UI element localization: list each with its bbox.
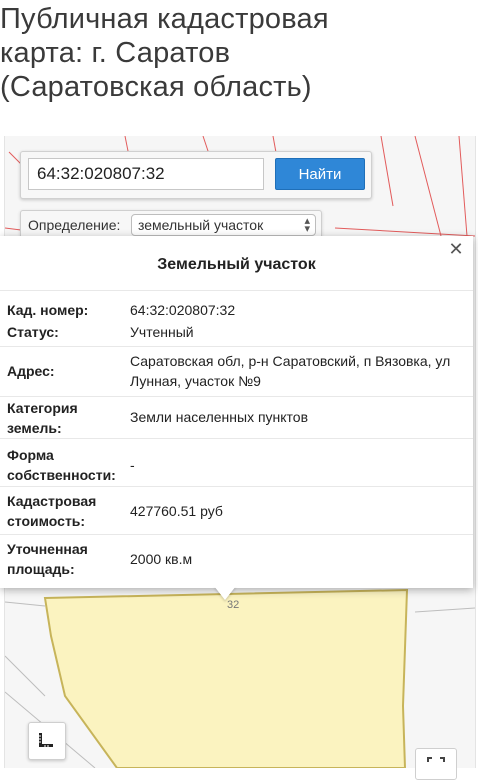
boundary-line xyxy=(5,227,22,231)
fullscreen-icon xyxy=(427,757,445,762)
boundary-line xyxy=(458,136,468,237)
row-label: Кадастровая стоимость: xyxy=(7,493,97,529)
definition-selected-value: земельный участок xyxy=(138,217,264,233)
row-value: 427760.51 руб xyxy=(130,503,223,519)
row-value: Саратовская обл, р-н Саратовский, п Вязо… xyxy=(130,353,451,389)
find-button[interactable]: Найти xyxy=(275,158,365,190)
row-value: - xyxy=(130,457,135,473)
search-bar: Найти xyxy=(20,151,372,199)
row-label: Форма собственности: xyxy=(7,447,116,483)
road-line xyxy=(5,601,46,607)
row-value: 64:32:020807:32 xyxy=(130,302,236,318)
definition-label: Определение: xyxy=(28,217,121,233)
row-label: Статус: xyxy=(7,324,59,340)
row-label: Адрес: xyxy=(7,363,55,379)
row-value: 2000 кв.м xyxy=(130,551,193,567)
info-row-cadastral-value: Кадастровая стоимость: 427760.51 руб xyxy=(0,486,473,535)
boundary-line xyxy=(414,136,442,237)
selected-parcel xyxy=(43,588,409,768)
parcel-info-popup: ✕ Земельный участок Кад. номер: 64:32:02… xyxy=(0,236,473,588)
popup-title: Земельный участок xyxy=(157,256,316,273)
boundary-line xyxy=(334,227,475,237)
row-value: Учтенный xyxy=(130,324,194,340)
row-label: Категория земель: xyxy=(7,400,78,436)
measure-button[interactable] xyxy=(28,722,66,760)
info-row-area: Уточненная площадь: 2000 кв.м xyxy=(0,534,473,587)
info-row-status: Статус: Учтенный xyxy=(0,320,473,348)
fullscreen-button[interactable] xyxy=(415,748,457,780)
boundary-line xyxy=(380,136,394,207)
page-title: Публичная кадастровая карта: г. Саратов … xyxy=(0,3,329,103)
info-row-address: Адрес: Саратовская обл, р-н Саратовский,… xyxy=(0,346,473,397)
row-label: Кад. номер: xyxy=(7,302,89,318)
row-label: Уточненная площадь: xyxy=(7,541,88,577)
info-row-ownership: Форма собственности: - xyxy=(0,438,473,487)
ruler-icon xyxy=(39,733,53,747)
info-row-land-category: Категория земель: Земли населенных пункт… xyxy=(0,396,473,439)
popup-pointer xyxy=(214,586,236,600)
parcel-label: 32 xyxy=(227,599,239,611)
road-line xyxy=(414,607,475,613)
definition-select[interactable]: земельный участок ▴ ▾ xyxy=(131,214,316,236)
cadastral-number-input[interactable] xyxy=(28,158,264,190)
road-line xyxy=(5,655,46,697)
row-value: Земли населенных пунктов xyxy=(130,409,309,425)
chevron-updown-icon: ▴ ▾ xyxy=(304,215,310,235)
